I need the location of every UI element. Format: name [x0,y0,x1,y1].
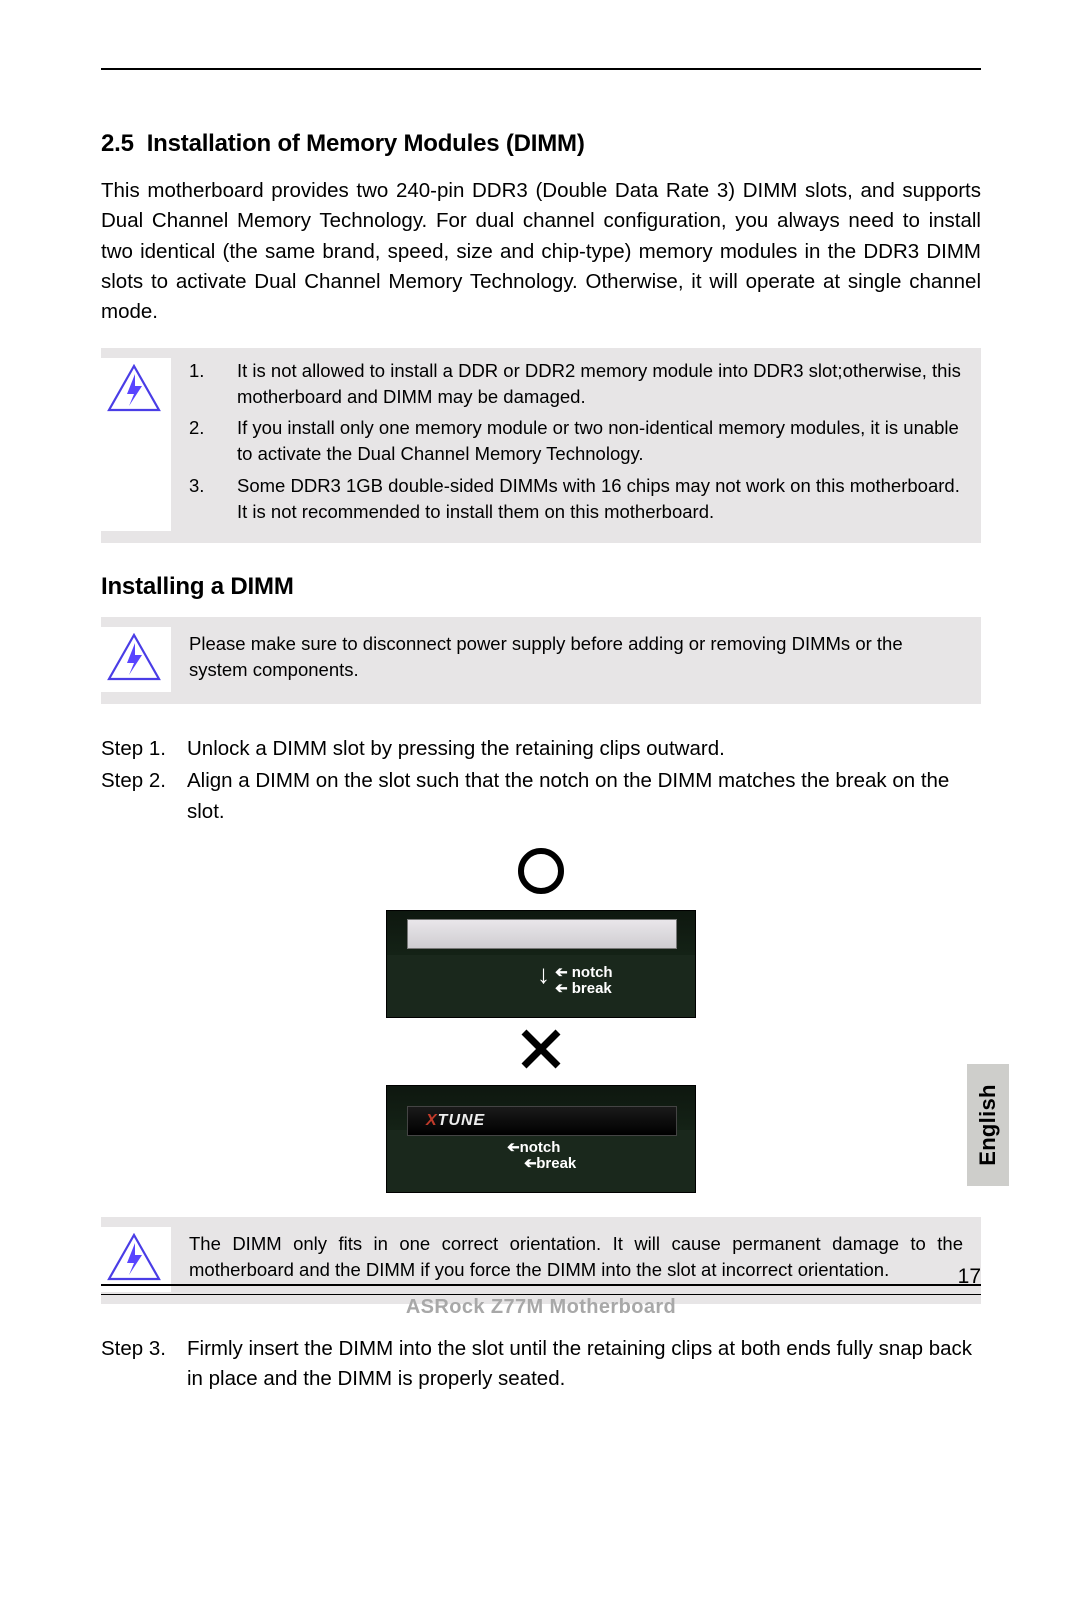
dimm-correct-image: ↓ ➔ notch ➔ break [386,910,696,1018]
break-label: break [536,1155,576,1172]
lightning-warning-icon [101,627,171,692]
footer-product-name: ASRock Z77M Motherboard [101,1296,981,1319]
section-title-text: Installation of Memory Modules (DIMM) [147,130,585,157]
step-row: Step 3. Firmly insert the DIMM into the … [101,1334,981,1395]
notch-label: notch [520,1139,561,1156]
list-item: It is not allowed to install a DDR or DD… [189,358,963,410]
intro-paragraph: This motherboard provides two 240-pin DD… [101,176,981,328]
warning-box-1: It is not allowed to install a DDR or DD… [101,348,981,543]
subheading: Installing a DIMM [101,573,981,601]
list-item: If you install only one memory module or… [189,415,963,467]
incorrect-mark-icon [386,1026,696,1077]
section-number: 2.5 [101,130,134,157]
correct-mark-icon [386,845,696,902]
warning-1-content: It is not allowed to install a DDR or DD… [171,358,963,531]
section-heading: 2.5 Installation of Memory Modules (DIMM… [101,130,981,158]
notch-break-labels: ➔ notch ➔ break [555,965,613,998]
notch-break-labels-wrong: ➔notch ➔break [507,1140,576,1172]
step-label: Step 2. [101,766,187,827]
dimm-incorrect-image: XTUNE ➔notch ➔break [386,1085,696,1193]
page-footer: 17 ASRock Z77M Motherboard [101,1290,981,1319]
lightning-warning-icon [101,358,171,531]
step-row: Step 1. Unlock a DIMM slot by pressing t… [101,734,981,764]
step-text: Firmly insert the DIMM into the slot unt… [187,1334,981,1395]
language-tab: English [967,1064,1009,1186]
notch-label: notch [572,964,613,981]
warning-3-content: The DIMM only fits in one correct orient… [171,1227,963,1287]
warning-2-content: Please make sure to disconnect power sup… [171,627,963,687]
page-number: 17 [958,1265,981,1289]
step-text: Unlock a DIMM slot by pressing the retai… [187,734,981,764]
arrow-down-icon: ↓ [537,959,550,990]
top-divider [101,68,981,70]
step-3-block: Step 3. Firmly insert the DIMM into the … [101,1334,981,1395]
steps-1-2: Step 1. Unlock a DIMM slot by pressing t… [101,734,981,827]
step-row: Step 2. Align a DIMM on the slot such th… [101,766,981,827]
bottom-divider-thick [101,1284,981,1286]
step-label: Step 1. [101,734,187,764]
language-label: English [975,1084,1001,1166]
dimm-orientation-diagram: ↓ ➔ notch ➔ break XTUNE ➔notch ➔break [386,845,696,1193]
step-label: Step 3. [101,1334,187,1395]
lightning-warning-icon [101,1227,171,1292]
warning-box-2: Please make sure to disconnect power sup… [101,617,981,704]
page-content: 2.5 Installation of Memory Modules (DIMM… [101,68,981,1397]
step-text: Align a DIMM on the slot such that the n… [187,766,981,827]
break-label: break [572,980,612,997]
xtune-module: XTUNE [407,1106,677,1136]
list-item: Some DDR3 1GB double-sided DIMMs with 16… [189,473,963,525]
